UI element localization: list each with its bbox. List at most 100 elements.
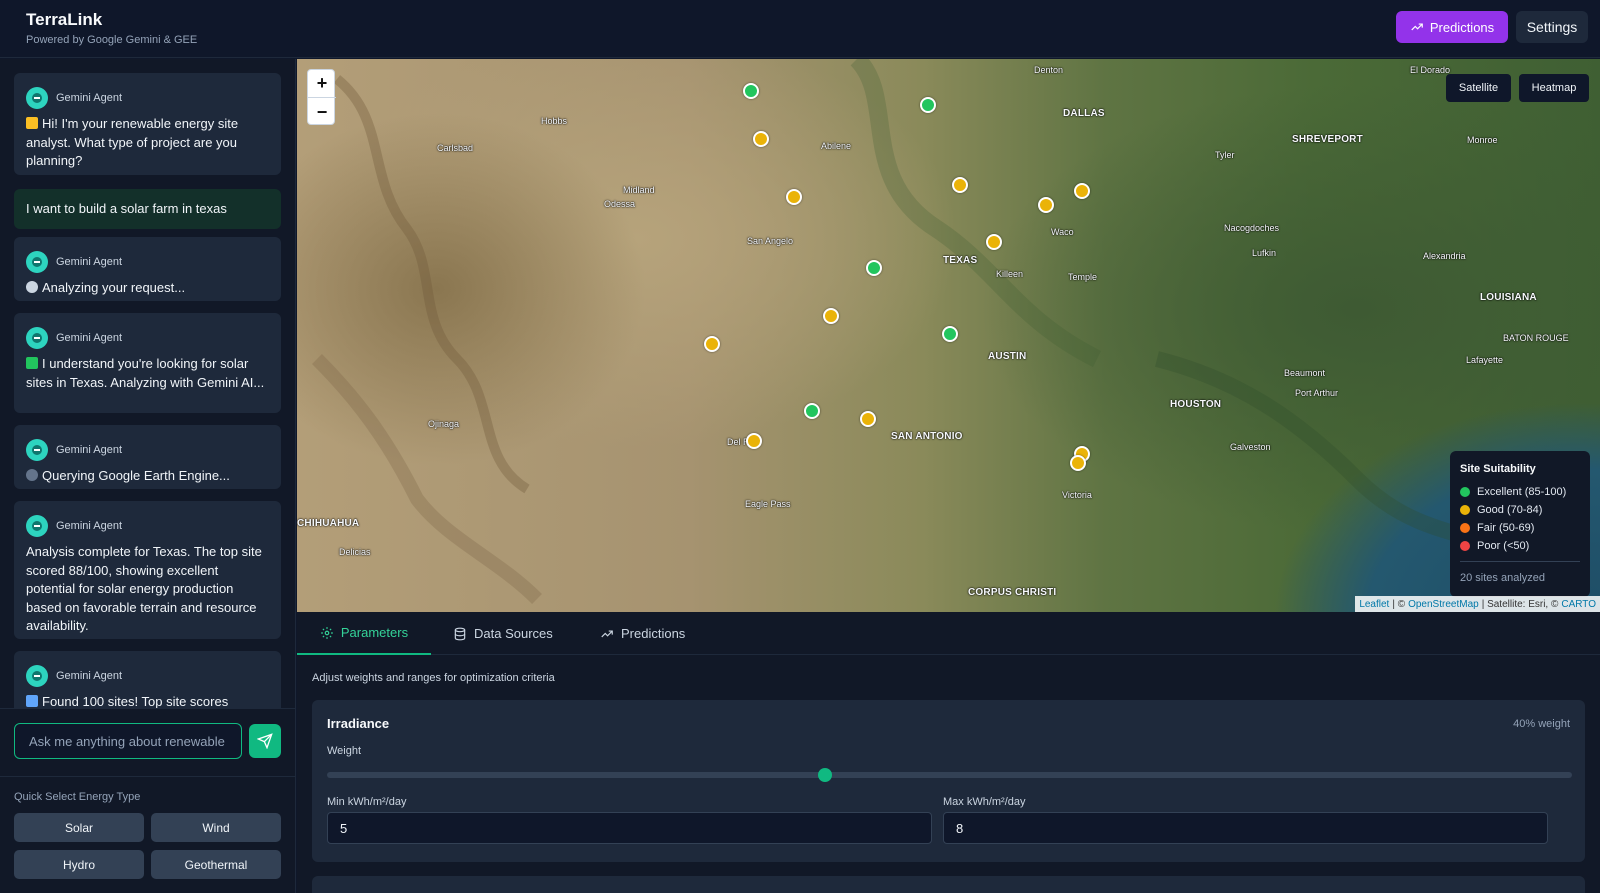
site-marker-excellent[interactable] (743, 83, 759, 99)
settings-button[interactable]: Settings (1516, 11, 1588, 43)
panel-tabs: Parameters Data Sources Predictions (297, 612, 1600, 655)
agent-avatar-icon (26, 439, 48, 461)
irradiance-card: Irradiance 40% weight Weight Min kWh/m²/… (312, 700, 1585, 862)
criterion-weight: 40% weight (1513, 718, 1570, 730)
legend-item-excellent: Excellent (85-100) (1460, 483, 1580, 501)
map-label-midland: Midland (623, 185, 655, 195)
legend-label: Good (70-84) (1477, 504, 1543, 516)
map-label-lufkin: Lufkin (1252, 248, 1277, 258)
site-marker-excellent[interactable] (866, 260, 882, 276)
user-message: I want to build a solar farm in texas (14, 189, 281, 229)
min-label: Min kWh/m²/day (327, 796, 407, 808)
message-text: Hi! I'm your renewable energy site analy… (26, 116, 239, 168)
osm-link[interactable]: OpenStreetMap (1408, 599, 1479, 610)
satellite-layer-button[interactable]: Satellite (1446, 74, 1511, 102)
site-marker-excellent[interactable] (920, 97, 936, 113)
site-marker-good[interactable] (1074, 183, 1090, 199)
chat-sidebar: Gemini Agent Hi! I'm your renewable ener… (0, 59, 296, 893)
message-text: I want to build a solar farm in texas (26, 201, 227, 216)
legend-dot-icon (1460, 505, 1470, 515)
zoom-out-button[interactable]: − (308, 98, 336, 126)
send-icon (257, 733, 273, 749)
next-criterion-card (312, 876, 1585, 893)
attribution-separator: | Satellite: Esri, © (1481, 598, 1559, 610)
quick-select-label: Quick Select Energy Type (14, 791, 141, 803)
site-marker-good[interactable] (786, 189, 802, 205)
agent-name: Gemini Agent (56, 520, 123, 532)
max-irradiance-input[interactable] (943, 812, 1548, 844)
legend-item-fair: Fair (50-69) (1460, 519, 1580, 537)
app-subtitle: Powered by Google Gemini & GEE (26, 34, 198, 46)
wind-button[interactable]: Wind (151, 813, 281, 842)
agent-avatar-icon (26, 251, 48, 273)
predictions-button[interactable]: Predictions (1396, 11, 1508, 43)
site-marker-good[interactable] (753, 131, 769, 147)
solar-button[interactable]: Solar (14, 813, 144, 842)
leaflet-link[interactable]: Leaflet (1359, 599, 1389, 610)
map-label-baton-rouge: BATON ROUGE (1503, 333, 1569, 343)
legend-label: Excellent (85-100) (1477, 486, 1567, 498)
zoom-in-button[interactable]: + (308, 70, 336, 98)
tab-predictions[interactable]: Predictions (600, 612, 700, 655)
map-label-port-arthur: Port Arthur (1295, 388, 1339, 398)
panel-hint: Adjust weights and ranges for optimizati… (312, 672, 555, 684)
criterion-title: Irradiance (327, 716, 390, 731)
map-label-ojinaga: Ojinaga (428, 419, 460, 429)
top-header: TerraLink Powered by Google Gemini & GEE… (0, 0, 1600, 58)
site-marker-good[interactable] (952, 177, 968, 193)
hydro-button[interactable]: Hydro (14, 850, 144, 879)
carto-link[interactable]: CARTO (1561, 599, 1596, 610)
database-icon (454, 627, 466, 640)
heatmap-layer-button[interactable]: Heatmap (1519, 74, 1589, 102)
site-marker-good[interactable] (704, 336, 720, 352)
message-text: I understand you're looking for solar si… (26, 356, 265, 390)
message-text: Analyzing your request... (42, 280, 186, 295)
weight-slider[interactable] (327, 768, 1572, 782)
chat-messages[interactable]: Gemini Agent Hi! I'm your renewable ener… (0, 59, 296, 708)
agent-message: Gemini Agent Analysis complete for Texas… (14, 501, 281, 639)
wave-emoji-icon (26, 117, 38, 129)
optimization-panel: Parameters Data Sources Predictions Adju… (297, 612, 1600, 893)
map-label-victoria: Victoria (1062, 490, 1092, 500)
min-irradiance-input[interactable] (327, 812, 932, 844)
site-marker-good[interactable] (860, 411, 876, 427)
trending-up-icon (1411, 23, 1423, 31)
check-emoji-icon (26, 357, 38, 369)
site-marker-good[interactable] (823, 308, 839, 324)
map-label-el-dorado: El Dorado (1410, 65, 1451, 75)
send-button[interactable] (249, 724, 281, 758)
site-marker-excellent[interactable] (804, 403, 820, 419)
map-label-beaumont: Beaumont (1284, 368, 1326, 378)
agent-avatar-icon (26, 87, 48, 109)
map-label-odessa: Odessa (604, 199, 636, 209)
trending-up-icon (601, 630, 613, 637)
map-label-texas: TEXAS (943, 255, 978, 266)
tab-label: Predictions (621, 626, 686, 641)
map-label-nacogdoches: Nacogdoches (1224, 223, 1280, 233)
map-label-austin: AUSTIN (988, 351, 1027, 362)
map-label-delicias: Delicias (339, 547, 371, 557)
site-marker-good[interactable] (986, 234, 1002, 250)
map-label-eagle-pass: Eagle Pass (745, 499, 791, 509)
agent-name: Gemini Agent (56, 670, 123, 682)
map-label-galveston: Galveston (1230, 442, 1271, 452)
site-marker-good[interactable] (1038, 197, 1054, 213)
weight-slider-thumb[interactable] (818, 768, 832, 782)
agent-message: Gemini Agent Hi! I'm your renewable ener… (14, 73, 281, 175)
site-marker-good[interactable] (746, 433, 762, 449)
agent-message: Gemini Agent I understand you're looking… (14, 313, 281, 413)
tab-label: Data Sources (474, 626, 553, 641)
map-label-temple: Temple (1068, 272, 1098, 282)
agent-message: Gemini Agent Querying Google Earth Engin… (14, 425, 281, 489)
chat-input[interactable] (14, 723, 242, 759)
tab-data-sources[interactable]: Data Sources (453, 612, 565, 655)
geothermal-button[interactable]: Geothermal (151, 850, 281, 879)
site-marker-good[interactable] (1070, 455, 1086, 471)
map-label-carlsbad: Carlsbad (437, 143, 474, 153)
app-root: TerraLink Powered by Google Gemini & GEE… (0, 0, 1600, 893)
attribution-separator: | © (1392, 598, 1406, 610)
chart-emoji-icon (26, 695, 38, 707)
map-view[interactable]: Denton DALLAS Hobbs Carlsbad Abilene Mid… (297, 59, 1600, 612)
site-marker-excellent[interactable] (942, 326, 958, 342)
tab-parameters[interactable]: Parameters (297, 612, 431, 655)
